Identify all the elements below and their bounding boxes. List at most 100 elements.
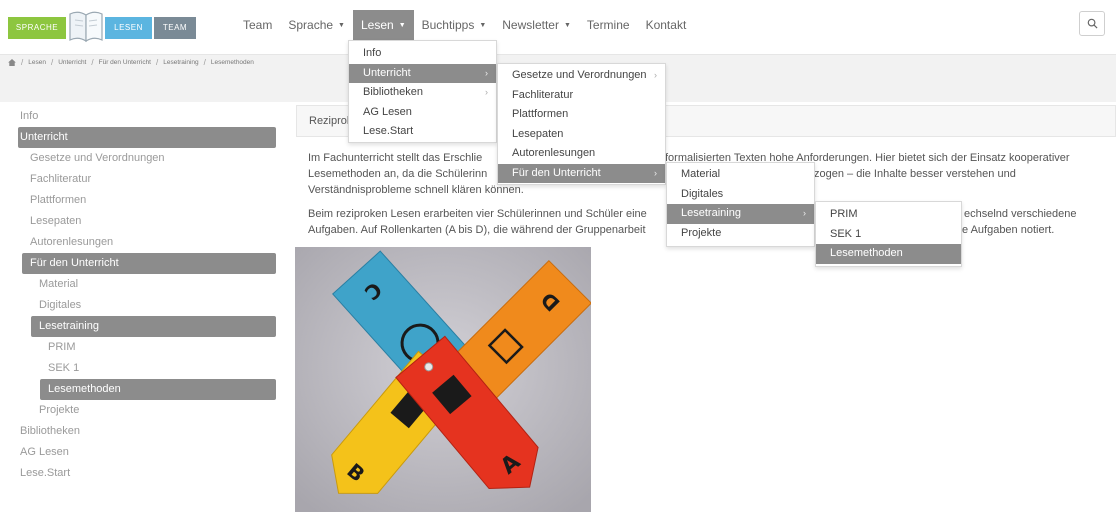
paragraph-2-line-1b: echselnd verschiedene [964,208,1077,220]
role-cards-image: C D B A [295,247,591,512]
paragraph-2-line-1a: Beim reziproken Lesen erarbeiten vier Sc… [308,208,647,220]
book-icon [69,11,103,43]
nav-label: Team [243,18,273,32]
sidebar-item-prim[interactable]: PRIM [18,337,276,358]
role-cards-photo: C D B A [295,247,591,512]
site-logo[interactable]: SPRACHE LESEN TEAM [8,6,218,46]
menu-item-label: Unterricht [363,66,411,79]
nav-lesen[interactable]: Lesen ▼ [352,10,414,40]
breadcrumb-item[interactable]: Lesetraining [163,59,198,66]
sidebar-item-unterricht[interactable]: Unterricht [18,127,276,148]
search-button[interactable] [1079,11,1105,36]
menu-item-projekte[interactable]: Projekte [667,224,814,244]
menu-item-digitales[interactable]: Digitales [667,185,814,205]
menu-item-label: Autorenlesungen [512,147,596,159]
menu-item-fuer-den-unterricht[interactable]: Für den Unterricht › [498,163,665,183]
menu-item-label: Info [363,47,382,59]
nav-label: Kontakt [645,18,687,32]
page-title: Reziprok [309,115,353,127]
menu-item-unterricht[interactable]: Unterricht › [349,63,496,83]
nav-buchtipps[interactable]: Buchtipps ▼ [414,10,495,40]
menu-item-sek1[interactable]: SEK 1 [816,225,961,245]
menu-item-label: Lesemethoden [830,247,903,259]
menu-item-label: Bibliotheken [363,86,423,98]
sidebar-item-autorenlesungen[interactable]: Autorenlesungen [18,232,276,253]
chevron-right-icon: › [485,67,488,78]
sidebar-item-gesetze[interactable]: Gesetze und Verordnungen [18,148,276,169]
chevron-right-icon: › [803,208,806,218]
breadcrumb-separator: / [21,58,24,67]
menu-item-plattformen[interactable]: Plattformen [498,105,665,125]
caret-down-icon: ▼ [338,21,345,29]
menu-item-label: Lesetraining [681,207,741,219]
menu-item-label: Für den Unterricht [512,166,601,179]
menu-item-label: Lesepaten [512,127,564,140]
sidebar-item-digitales[interactable]: Digitales [18,295,276,316]
home-icon[interactable] [8,59,16,66]
sidebar-item-projekte[interactable]: Projekte [18,400,276,421]
menu-item-label: Digitales [681,187,724,200]
menu-item-label: AG Lesen [363,105,412,118]
nav-newsletter[interactable]: Newsletter ▼ [494,10,579,40]
paragraph-1-line-2a: Lesemethoden an, da die Schülerinn [308,168,488,180]
menu-item-info[interactable]: Info [349,44,496,64]
paragraph-1-line-3: Verständnisprobleme schnell klären könne… [308,184,524,196]
sidebar-item-lesetraining[interactable]: Lesetraining [31,316,276,337]
sidebar-item-lesemethoden[interactable]: Lesemethoden [40,379,276,400]
breadcrumb-item[interactable]: Lesen [28,59,46,66]
nav-kontakt[interactable]: Kontakt [638,10,695,40]
logo-sprache: SPRACHE [8,17,66,39]
breadcrumb: / Lesen / Unterricht / Für den Unterrich… [8,58,254,67]
nav-label: Newsletter [502,18,559,32]
sidebar-item-ag-lesen[interactable]: AG Lesen [18,442,276,463]
lesetraining-submenu: PRIM SEK 1 Lesemethoden [815,201,962,267]
menu-item-fachliteratur[interactable]: Fachliteratur [498,86,665,106]
caret-down-icon: ▼ [479,21,487,29]
menu-item-label: Material [681,168,721,180]
menu-item-lesetraining[interactable]: Lesetraining › [667,204,814,224]
menu-item-lesepaten[interactable]: Lesepaten [498,125,665,145]
sidebar-item-material[interactable]: Material [18,274,276,295]
logo-team: TEAM [154,17,196,39]
nav-team[interactable]: Team [235,10,280,40]
chevron-right-icon: › [485,87,488,97]
breadcrumb-separator: / [91,58,94,67]
nav-label: Termine [586,18,630,32]
paragraph-2-line-2b: e Aufgaben notiert. [962,224,1055,236]
breadcrumb-current: Lesemethoden [210,59,254,66]
lesen-dropdown-menu: Info Unterricht › Bibliotheken › AG Lesen … [348,40,497,143]
search-icon [1087,18,1098,29]
menu-item-autorenlesungen[interactable]: Autorenlesungen [498,144,665,164]
main-nav: Team Sprache ▼ Lesen ▼ Buchtipps ▼ Newslett… [235,10,694,40]
menu-item-label: SEK 1 [830,227,862,240]
breadcrumb-item[interactable]: Für den Unterricht [99,59,151,66]
nav-sprache[interactable]: Sprache ▼ [280,10,353,40]
menu-item-material[interactable]: Material [667,165,814,185]
breadcrumb-separator: / [156,58,159,67]
sidebar-item-sek1[interactable]: SEK 1 [18,358,276,379]
breadcrumb-item[interactable]: Unterricht [58,59,86,66]
breadcrumb-separator: / [50,58,54,67]
sidebar-item-lesepaten[interactable]: Lesepaten [18,211,276,232]
chevron-right-icon: › [654,70,657,80]
menu-item-label: Lese.Start [363,125,414,137]
menu-item-lesemethoden[interactable]: Lesemethoden [816,244,961,264]
sidebar-item-bibliotheken[interactable]: Bibliotheken [18,421,276,442]
menu-item-label: Gesetze und Verordnungen [512,69,647,81]
menu-item-lese-start[interactable]: Lese.Start [349,122,496,142]
sidebar-item-lese-start[interactable]: Lese.Start [18,463,276,484]
sidebar-item-plattformen[interactable]: Plattformen [18,190,276,211]
menu-item-gesetze[interactable]: Gesetze und Verordnungen › [498,66,665,86]
menu-item-ag-lesen[interactable]: AG Lesen [349,103,496,123]
sidebar-item-info[interactable]: Info [18,106,276,127]
menu-item-prim[interactable]: PRIM [816,205,961,225]
sidebar-item-fuer-den-unterricht[interactable]: Für den Unterricht [22,253,276,274]
sidebar-nav: Info Unterricht Gesetze und Verordnungen… [18,106,276,484]
sidebar-item-fachliteratur[interactable]: Fachliteratur [18,169,276,190]
nav-termine[interactable]: Termine [579,10,638,40]
caret-down-icon: ▼ [563,21,571,29]
breadcrumb-separator: / [203,58,206,67]
menu-item-bibliotheken[interactable]: Bibliotheken › [349,83,496,103]
site-header: SPRACHE LESEN TEAM Team Sprache ▼ Lesen ▼ … [0,0,1116,55]
paragraph-1-line-1a: Im Fachunterricht stellt das Erschlie [308,152,483,164]
